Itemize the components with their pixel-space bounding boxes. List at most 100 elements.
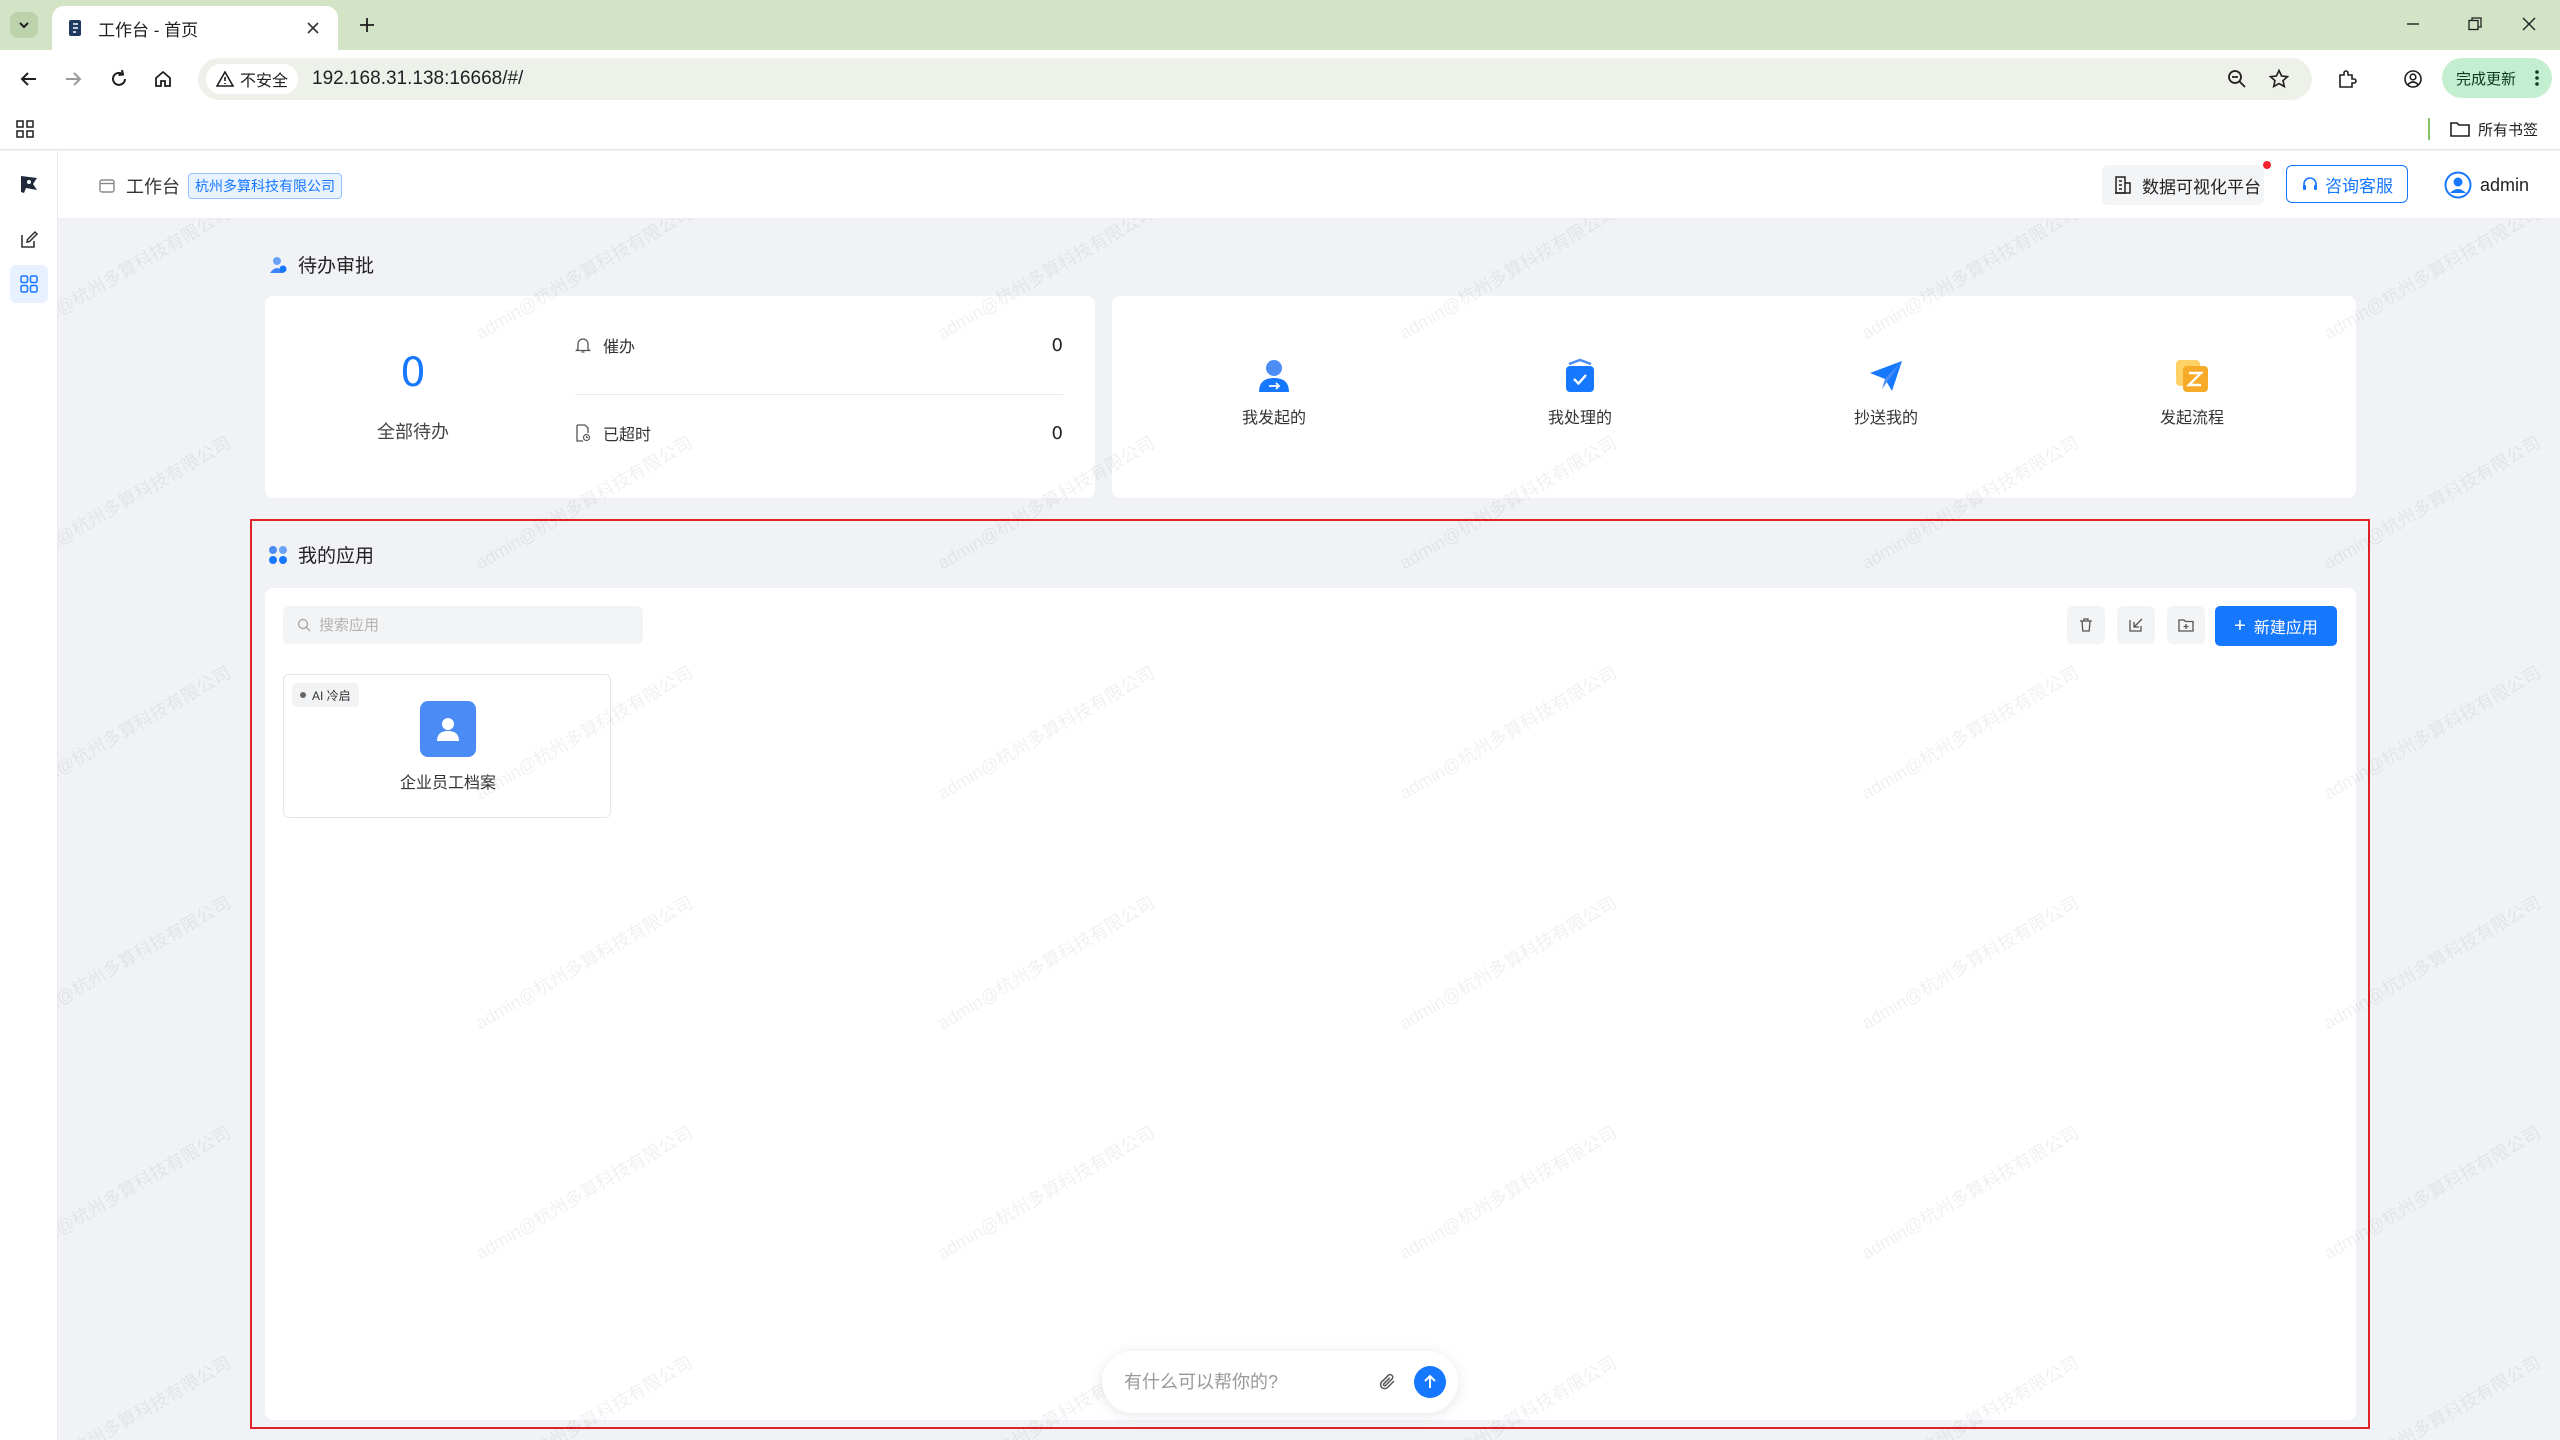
address-bar[interactable]: 不安全 192.168.31.138:16668/#/: [198, 58, 2312, 100]
insecure-label: 不安全: [240, 73, 289, 90]
consult-service-button[interactable]: 咨询客服: [2286, 165, 2408, 203]
update-button[interactable]: 完成更新: [2442, 58, 2552, 98]
search-icon: [297, 618, 311, 632]
new-app-label: 新建应用: [2253, 620, 2318, 637]
site-favicon-icon: [69, 20, 81, 36]
reload-icon: [112, 69, 126, 86]
update-label: 完成更新: [2456, 70, 2517, 88]
forward-button[interactable]: [58, 64, 88, 94]
apps-grid-icon: [16, 120, 34, 138]
new-tab-button[interactable]: [354, 12, 380, 38]
sidebar-logo[interactable]: [10, 165, 48, 203]
warning-icon: [216, 71, 234, 87]
urge-row[interactable]: 催办 0: [575, 330, 1063, 360]
bookmark-bar: 所有书签: [0, 108, 2560, 150]
puzzle-icon: [2339, 70, 2357, 88]
data-platform-label: 数据可视化平台: [2142, 177, 2261, 197]
recycle-bin-button[interactable]: [2067, 606, 2105, 644]
sidebar: [0, 151, 58, 1440]
ai-chat-input[interactable]: [1124, 1371, 1354, 1393]
restore-icon: [2468, 17, 2482, 31]
start-flow-icon: [2172, 356, 2212, 396]
page-title: 工作台: [126, 177, 180, 197]
org-tag: 杭州多算科技有限公司: [188, 173, 342, 199]
user-send-icon: [1254, 356, 1294, 396]
folder-icon: [2450, 122, 2470, 137]
app-name: 企业员工档案: [399, 775, 496, 792]
browser-tab-strip: 工作台 - 首页: [0, 0, 2560, 50]
url-text[interactable]: 192.168.31.138:16668/#/: [312, 68, 523, 90]
overdue-doc-icon: [576, 424, 591, 442]
window-close-button[interactable]: [2514, 10, 2544, 38]
quick-action-handled[interactable]: 我处理的: [1510, 356, 1650, 428]
zoom-button[interactable]: [2222, 64, 2252, 94]
app-card[interactable]: AI 冷启 企业员工档案: [283, 674, 611, 818]
headset-icon: [2303, 177, 2317, 190]
bookmark-star-button[interactable]: [2264, 64, 2294, 94]
close-icon: [2522, 17, 2536, 31]
watermark-text: admin@杭州多算科技有限公司: [58, 1122, 235, 1264]
chevron-down-icon: [19, 22, 29, 29]
quick-action-start-flow[interactable]: 发起流程: [2122, 356, 2262, 428]
apps-shortcut-button[interactable]: [12, 116, 38, 142]
app-search-field[interactable]: [283, 606, 643, 644]
attach-button[interactable]: [1374, 1368, 1402, 1396]
bookmark-divider: [2428, 118, 2430, 140]
urge-count: 0: [1051, 334, 1063, 356]
pending-total-count[interactable]: 0: [265, 350, 561, 396]
overdue-count: 0: [1051, 422, 1063, 444]
import-app-button[interactable]: [2117, 606, 2155, 644]
arrow-right-icon: [66, 72, 82, 86]
apps-section-title: 我的应用: [268, 541, 374, 568]
edit-icon: [21, 230, 39, 248]
consult-service-label: 咨询客服: [2325, 176, 2393, 196]
back-button[interactable]: [14, 64, 44, 94]
profile-icon: [2404, 70, 2422, 88]
apps-title-text: 我的应用: [298, 546, 375, 567]
app-search-input[interactable]: [319, 616, 639, 634]
avatar-icon: [2444, 171, 2472, 199]
pending-total-label: 全部待办: [377, 422, 449, 442]
data-platform-button[interactable]: 数据可视化平台: [2102, 165, 2264, 205]
watermark-text: admin@杭州多算科技有限公司: [58, 892, 235, 1034]
new-folder-button[interactable]: [2167, 606, 2205, 644]
sidebar-item-edit[interactable]: [10, 221, 48, 259]
tab-search-button[interactable]: [10, 12, 38, 38]
bell-icon: [575, 338, 591, 353]
minimize-icon: [2407, 23, 2419, 25]
grid-icon: [20, 275, 38, 293]
sidebar-item-workbench[interactable]: [10, 265, 48, 303]
user-menu[interactable]: admin: [2444, 169, 2529, 201]
window-minimize-button[interactable]: [2398, 10, 2428, 38]
status-badge: AI 冷启: [292, 683, 359, 707]
more-vertical-icon: [2535, 70, 2539, 86]
tab-close-button[interactable]: [302, 17, 324, 39]
quick-action-cc[interactable]: 抄送我的: [1816, 356, 1956, 428]
import-icon: [2129, 618, 2143, 632]
extensions-button[interactable]: [2332, 64, 2362, 94]
paperclip-icon: [1379, 1373, 1395, 1390]
security-indicator[interactable]: 不安全: [206, 64, 299, 94]
overdue-row[interactable]: 已超时 0: [575, 418, 1063, 448]
ai-chat-bar: [1102, 1351, 1458, 1413]
quick-action-label: 发起流程: [2159, 410, 2224, 427]
quick-action-label: 我处理的: [1547, 410, 1612, 427]
profile-button[interactable]: [2398, 64, 2428, 94]
send-button[interactable]: [1414, 1366, 1446, 1398]
apps-colored-icon: [269, 545, 287, 564]
browser-tab[interactable]: 工作台 - 首页: [52, 6, 338, 50]
building-icon: [2115, 176, 2131, 194]
reload-button[interactable]: [104, 64, 134, 94]
folder-plus-icon: [2178, 619, 2194, 632]
arrow-up-icon: [1424, 1374, 1436, 1388]
logo-icon: [21, 176, 37, 193]
window-restore-button[interactable]: [2460, 10, 2490, 38]
all-bookmarks-button[interactable]: 所有书签: [2450, 116, 2538, 142]
watermark-text: admin@杭州多算科技有限公司: [58, 432, 235, 574]
watermark-text: admin@杭州多算科技有限公司: [58, 1352, 235, 1440]
new-app-button[interactable]: + 新建应用: [2215, 606, 2337, 646]
row-divider: [575, 394, 1063, 395]
home-button[interactable]: [148, 64, 178, 94]
username: admin: [2480, 174, 2530, 195]
quick-action-initiated[interactable]: 我发起的: [1204, 356, 1344, 428]
